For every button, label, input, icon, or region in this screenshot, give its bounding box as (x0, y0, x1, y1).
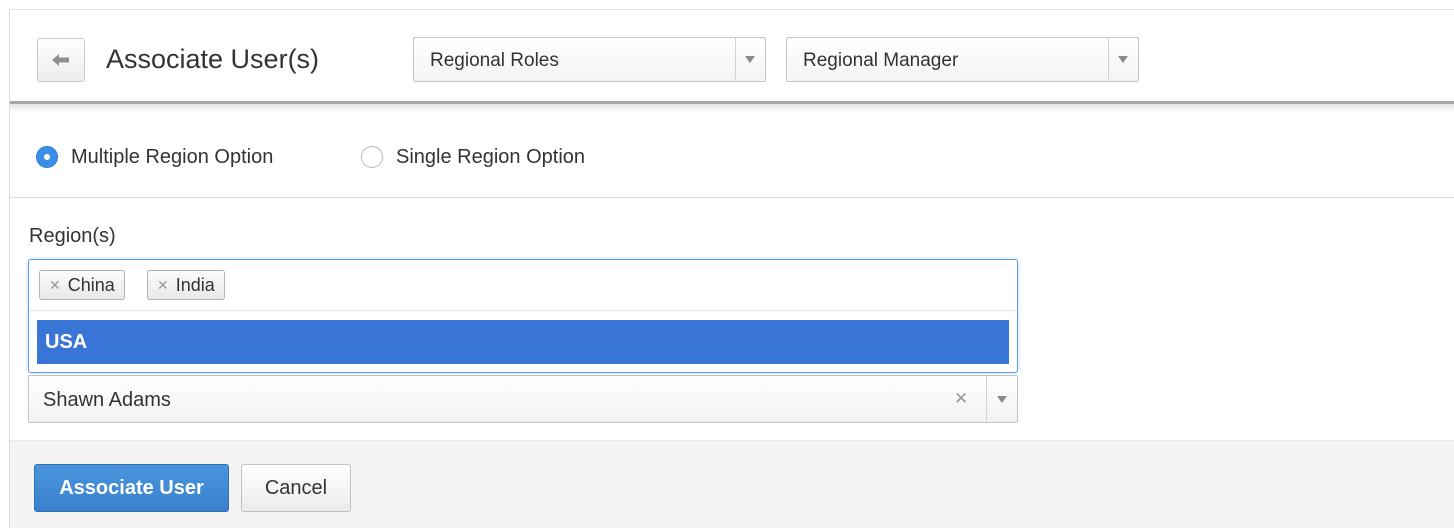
cancel-button[interactable]: Cancel (241, 464, 351, 512)
dropdown-option-usa[interactable]: USA (37, 320, 1009, 364)
close-icon[interactable]: ✕ (954, 390, 968, 408)
chevron-down-icon[interactable] (1118, 56, 1128, 63)
page-title: Associate User(s) (106, 44, 320, 74)
arrow-left-icon (52, 54, 69, 66)
dropdown-divider (29, 310, 1017, 311)
role-select-value: Regional Manager (803, 50, 959, 71)
radio-multiple-region[interactable]: Multiple Region Option (36, 146, 273, 168)
region-field-label: Region(s) (29, 225, 116, 247)
tag-label: China (67, 275, 115, 295)
user-select-value: Shawn Adams (43, 389, 171, 411)
user-select[interactable]: Shawn Adams ✕ (28, 375, 1018, 423)
region-mode-group: Multiple Region Option Single Region Opt… (10, 112, 1454, 198)
tag-label: India (175, 275, 215, 295)
chevron-down-icon[interactable] (997, 396, 1007, 403)
dropdown-option-label: USA (45, 331, 88, 353)
select-divider (986, 376, 987, 422)
radio-selected-icon[interactable] (36, 146, 58, 168)
radio-unselected-icon[interactable] (361, 146, 383, 168)
region-multiselect[interactable]: ✕ China ✕ India USA (28, 259, 1018, 373)
role-type-select-value: Regional Roles (430, 50, 559, 71)
select-divider (735, 38, 736, 81)
role-type-select[interactable]: Regional Roles (413, 37, 766, 82)
region-tag-india: ✕ India (147, 270, 225, 300)
region-tag-china: ✕ China (39, 270, 125, 300)
radio-label: Multiple Region Option (71, 146, 274, 168)
header-shadow (10, 104, 1454, 112)
role-select[interactable]: Regional Manager (786, 37, 1139, 82)
radio-label: Single Region Option (396, 146, 586, 168)
close-icon[interactable]: ✕ (49, 278, 61, 292)
associate-user-button[interactable]: Associate User (34, 464, 229, 512)
chevron-down-icon[interactable] (745, 56, 755, 63)
radio-single-region[interactable]: Single Region Option (361, 146, 585, 168)
close-icon[interactable]: ✕ (157, 278, 169, 292)
select-divider (1108, 38, 1109, 81)
back-button[interactable] (37, 38, 85, 82)
